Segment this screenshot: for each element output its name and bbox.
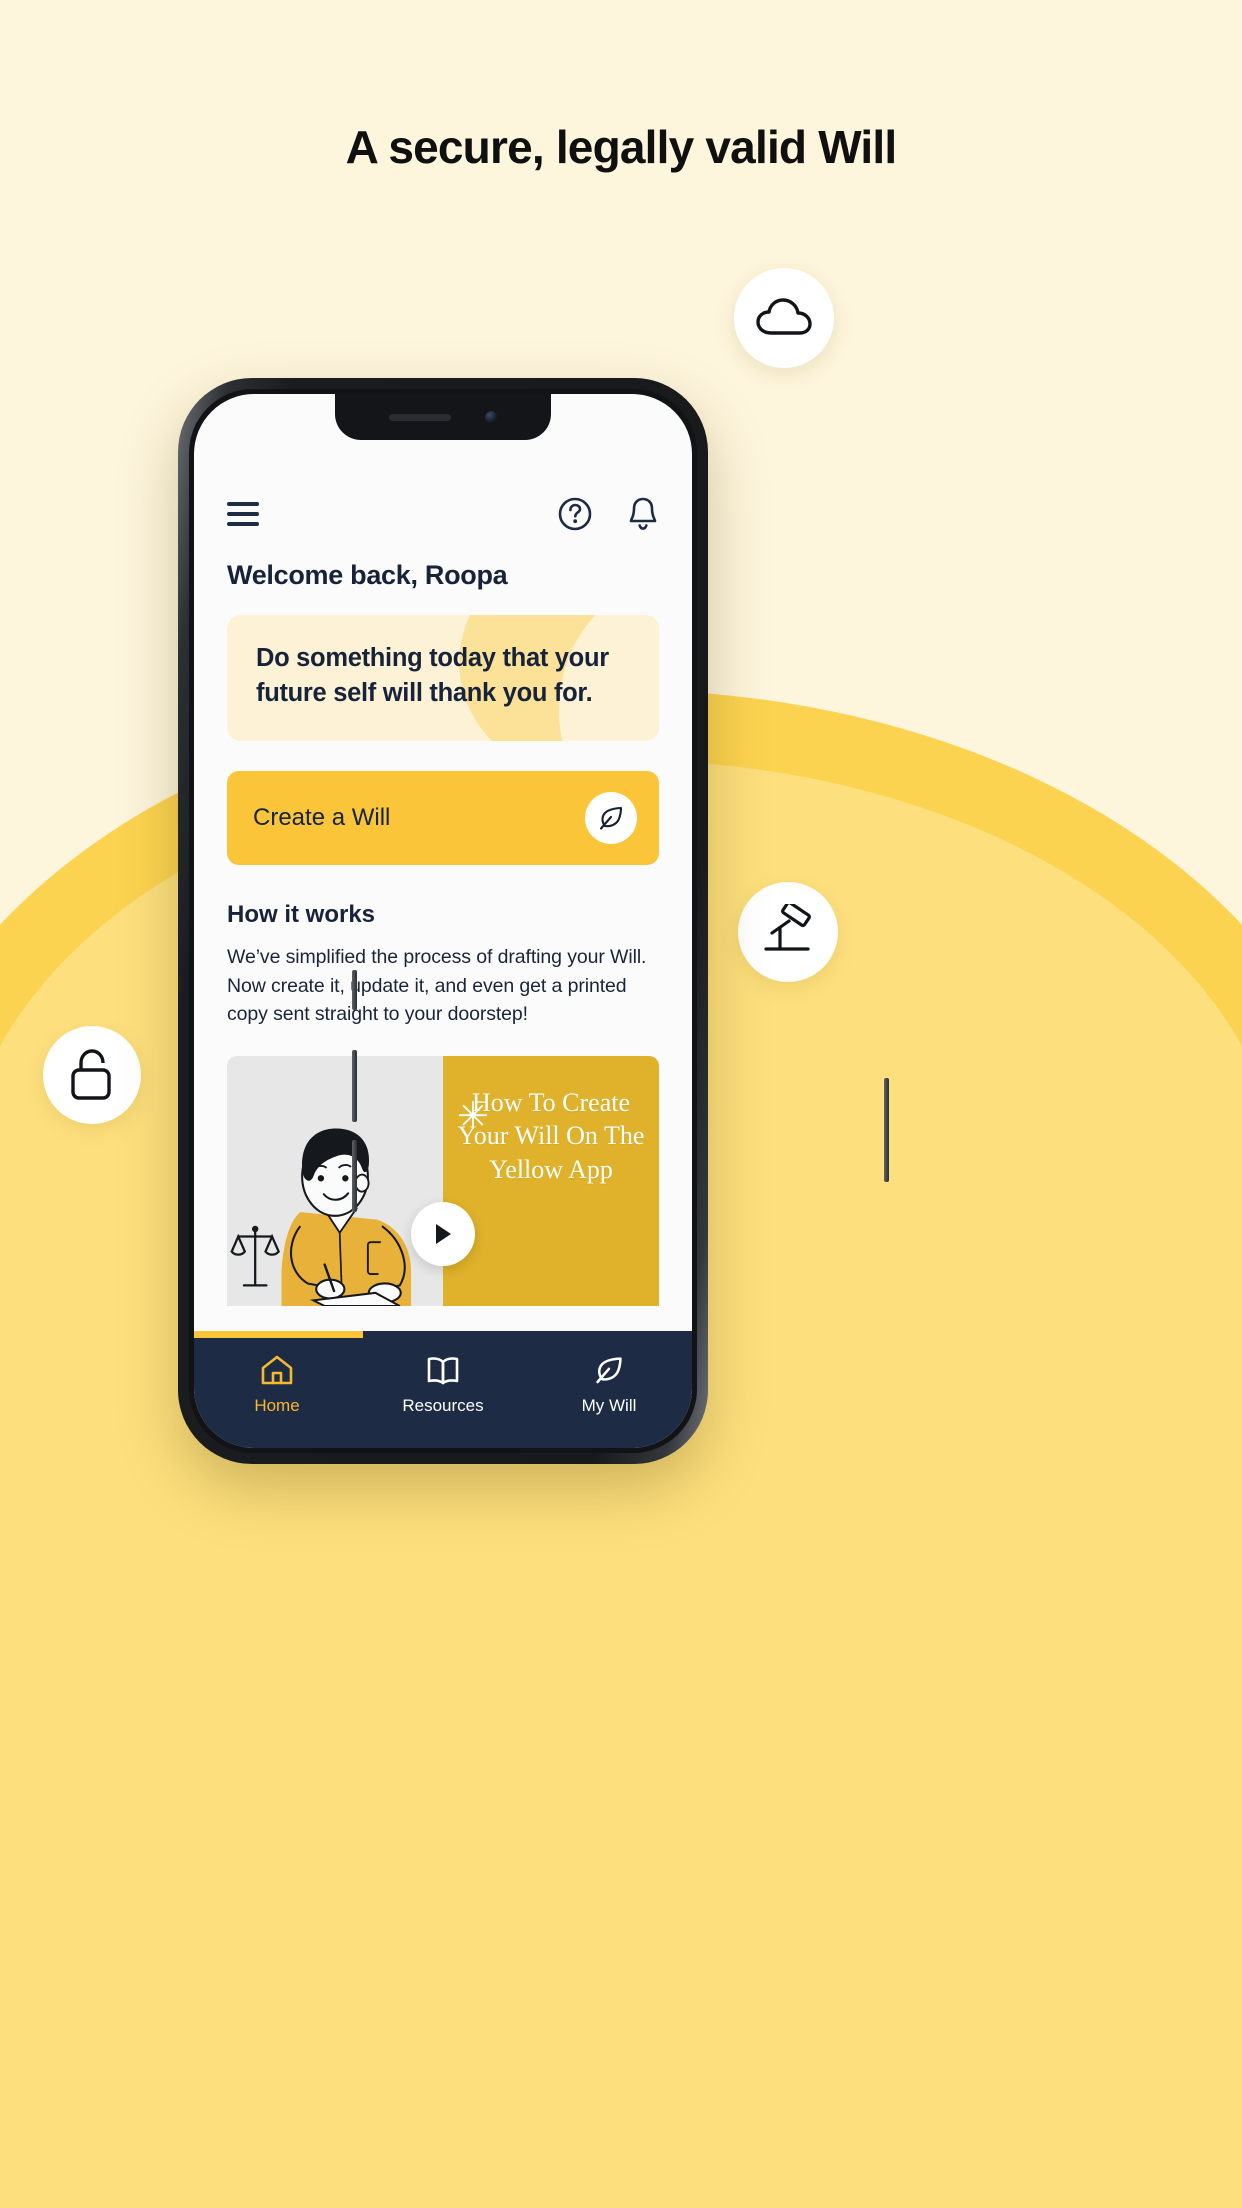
nav-item-my-will[interactable]: My Will — [526, 1354, 692, 1416]
scroll-progress-bar — [194, 1331, 692, 1338]
play-button[interactable] — [411, 1202, 475, 1267]
how-it-works-body: We’ve simplified the process of drafting… — [227, 946, 647, 1025]
welcome-greeting: Welcome back, Roopa — [227, 560, 508, 590]
cloud-icon — [756, 298, 812, 335]
hamburger-bar — [227, 512, 259, 516]
earpiece-speaker — [388, 413, 451, 421]
create-will-button[interactable]: Create a Will — [227, 771, 659, 866]
scroll-progress-fill — [194, 1331, 364, 1338]
gavel-badge — [738, 882, 838, 982]
help-circle-icon[interactable] — [558, 497, 592, 531]
cloud-badge — [734, 268, 834, 368]
nav-label-resources: Resources — [402, 1396, 484, 1415]
lock-badge — [43, 1026, 141, 1124]
asterisk-icon: ✳ — [457, 1096, 489, 1139]
video-thumbnail-illustration — [227, 1056, 443, 1307]
nav-label-my-will: My Will — [581, 1396, 637, 1415]
hamburger-bar — [227, 502, 259, 506]
lock-icon — [71, 1049, 111, 1100]
man-writing-illustration — [230, 1128, 412, 1307]
volume-down-button[interactable] — [352, 1140, 357, 1212]
nav-item-home[interactable]: Home — [194, 1354, 360, 1416]
hamburger-icon[interactable] — [227, 502, 259, 526]
gavel-icon — [764, 904, 811, 951]
app-header — [194, 486, 692, 542]
home-icon — [261, 1355, 293, 1385]
video-title-panel: ✳ How To Create Your Will On The Yellow … — [443, 1056, 659, 1307]
phone-mockup: Welcome back, Roopa Do something today t… — [178, 378, 889, 1464]
bell-icon[interactable] — [627, 496, 659, 532]
phone-bezel: Welcome back, Roopa Do something today t… — [189, 389, 697, 1453]
nav-item-resources[interactable]: Resources — [360, 1354, 526, 1416]
motivational-quote-card: Do something today that your future self… — [227, 615, 659, 742]
page-title: A secure, legally valid Will — [345, 121, 898, 173]
power-button[interactable] — [884, 1078, 889, 1182]
hamburger-bar — [227, 522, 259, 526]
phone-notch — [335, 394, 551, 440]
feather-icon — [585, 792, 637, 845]
volume-up-button[interactable] — [352, 1050, 357, 1122]
silent-switch[interactable] — [352, 970, 357, 1010]
book-icon — [427, 1357, 459, 1385]
video-card[interactable]: ✳ How To Create Your Will On The Yellow … — [227, 1056, 659, 1307]
play-icon — [436, 1224, 451, 1245]
feather-icon — [596, 1357, 622, 1384]
bottom-navigation: Home Resources My Will — [194, 1338, 692, 1448]
app-content: Welcome back, Roopa Do something today t… — [194, 542, 692, 1448]
nav-label-home: Home — [254, 1396, 300, 1415]
phone-screen: Welcome back, Roopa Do something today t… — [194, 394, 692, 1448]
how-it-works-title: How it works — [227, 901, 376, 929]
front-camera — [484, 410, 498, 424]
header-actions — [558, 496, 659, 532]
create-will-label: Create a Will — [253, 804, 391, 832]
quote-text: Do something today that your future self… — [256, 644, 609, 708]
